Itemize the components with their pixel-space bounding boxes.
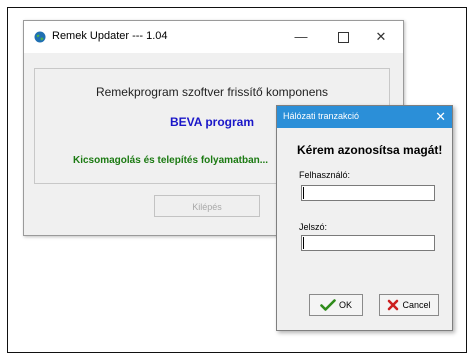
password-field[interactable] <box>301 235 435 251</box>
minimize-button[interactable]: — <box>286 27 316 47</box>
text-cursor <box>303 237 304 249</box>
ok-button[interactable]: OK <box>309 294 363 316</box>
username-label: Felhasználó: <box>299 170 351 180</box>
cancel-button[interactable]: Cancel <box>379 294 439 316</box>
cancel-x-icon <box>388 299 399 311</box>
password-label: Jelszó: <box>299 222 328 232</box>
updater-titlebar: Remek Updater --- 1.04 — ✕ <box>24 21 403 53</box>
maximize-button[interactable] <box>328 27 358 47</box>
network-transaction-dialog: Hálózati tranzakció ✕ Kérem azonosítsa m… <box>276 105 453 331</box>
dialog-titlebar: Hálózati tranzakció ✕ <box>277 106 452 128</box>
dialog-close-button[interactable]: ✕ <box>435 108 446 126</box>
dialog-title: Hálózati tranzakció <box>283 111 360 121</box>
updater-window-title: Remek Updater --- 1.04 <box>52 30 168 42</box>
cancel-button-label: Cancel <box>402 300 431 310</box>
close-button[interactable]: ✕ <box>366 27 396 47</box>
maximize-icon <box>337 32 349 44</box>
app-globe-icon <box>34 31 46 43</box>
component-subtitle: Remekprogram szoftver frissítő komponens <box>95 85 329 99</box>
ok-button-label: OK <box>338 300 352 310</box>
identify-prompt: Kérem azonosítsa magát! <box>297 143 443 157</box>
checkmark-icon <box>320 299 336 311</box>
text-cursor <box>303 187 304 199</box>
install-status-text: Kicsomagolás és telepítés folyamatban... <box>73 155 269 166</box>
exit-button[interactable]: Kilépés <box>154 195 260 217</box>
username-field[interactable] <box>301 185 435 201</box>
